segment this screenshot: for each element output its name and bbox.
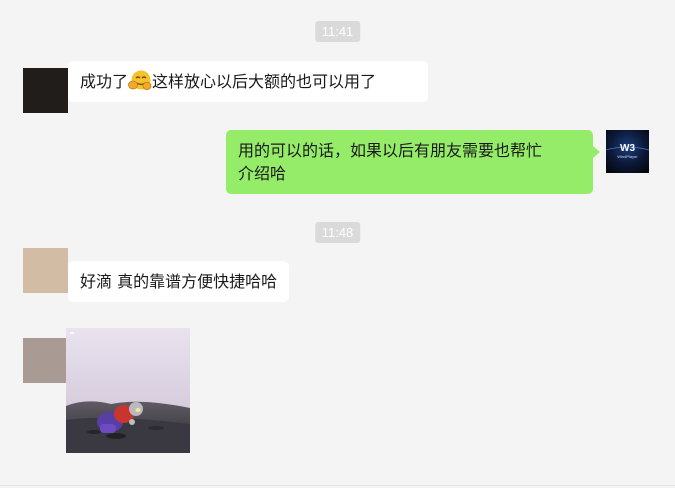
message-text: 好滴 真的靠谱方便快捷哈哈 — [80, 272, 278, 291]
avatar[interactable] — [23, 68, 68, 113]
timestamp: 11:48 — [314, 222, 361, 243]
svg-text:W3: W3 — [620, 143, 635, 154]
wp-logo-icon: W3 WindPlayer — [606, 143, 649, 159]
avatar-self[interactable]: W3 WindPlayer — [606, 130, 649, 173]
message-bubble-received[interactable]: 成功了 这样放心以后大额的也可以用了 — [68, 61, 428, 102]
brand-label: WindPlayer — [617, 154, 638, 159]
message-text-line: 介绍哈 — [238, 164, 287, 183]
divider — [0, 485, 675, 486]
message-text: 成功了 — [80, 72, 129, 91]
ultraman-sticker-image — [66, 328, 190, 453]
message-bubble-sent[interactable]: 用的可以的话，如果以后有朋友需要也帮忙 介绍哈 — [226, 130, 600, 194]
message-text: 这样放心以后大额的也可以用了 — [152, 72, 377, 91]
avatar[interactable] — [23, 248, 68, 293]
image-message[interactable] — [66, 328, 190, 453]
timestamp: 11:41 — [314, 21, 361, 42]
avatar[interactable] — [23, 338, 68, 383]
hugging-face-emoji-icon — [128, 70, 152, 92]
message-text-line: 用的可以的话，如果以后有朋友需要也帮忙 — [238, 141, 543, 160]
message-bubble-received[interactable]: 好滴 真的靠谱方便快捷哈哈 — [68, 261, 290, 302]
